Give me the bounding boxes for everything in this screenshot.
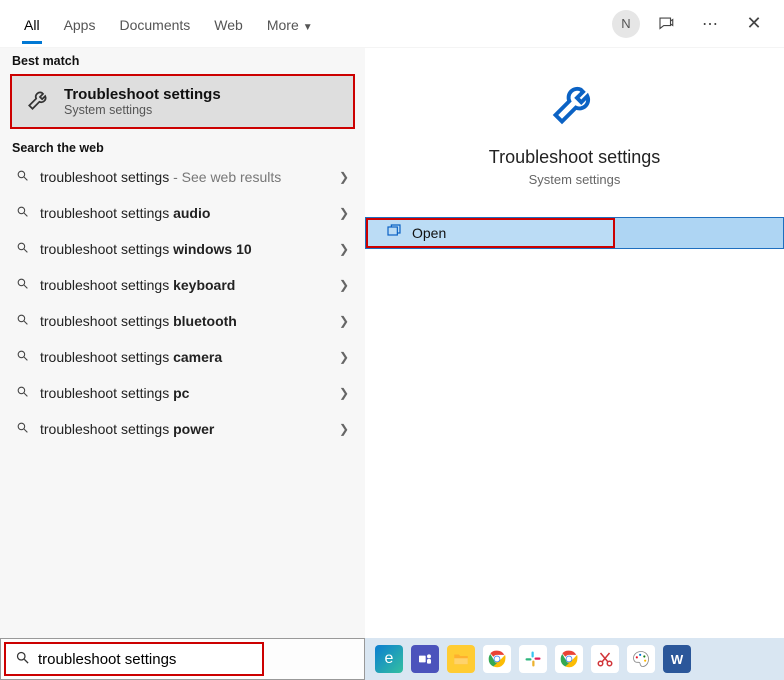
web-result-text: troubleshoot settings bluetooth [40,313,327,329]
taskbar-paint-icon[interactable] [627,645,655,673]
chevron-right-icon: ❯ [337,242,351,256]
chevron-right-icon: ❯ [337,386,351,400]
web-result-text: troubleshoot settings pc [40,385,327,401]
open-button[interactable]: Open [366,218,615,248]
detail-pane: Troubleshoot settings System settings Op… [365,48,784,680]
web-result-text: troubleshoot settings camera [40,349,327,365]
search-box[interactable] [4,642,264,676]
web-result[interactable]: troubleshoot settings audio ❯ [0,195,365,231]
profile-avatar[interactable]: N [612,10,640,38]
chevron-right-icon: ❯ [337,170,351,184]
web-result-text: troubleshoot settings power [40,421,327,437]
search-box-container [0,638,365,680]
search-icon [14,349,30,365]
web-result[interactable]: troubleshoot settings camera ❯ [0,339,365,375]
detail-title: Troubleshoot settings [489,147,660,168]
chevron-right-icon: ❯ [337,206,351,220]
web-result-text: troubleshoot settings - See web results [40,169,327,185]
best-match-subtitle: System settings [64,103,221,117]
close-icon[interactable]: ✕ [736,6,772,42]
web-result[interactable]: troubleshoot settings windows 10 ❯ [0,231,365,267]
search-input[interactable] [38,651,254,668]
tab-all[interactable]: All [12,5,52,43]
open-icon [386,223,402,244]
best-match-header: Best match [0,48,365,72]
search-icon [14,169,30,185]
taskbar-file-explorer-icon[interactable] [447,645,475,673]
search-icon [14,313,30,329]
bottom-row: e W [0,638,784,680]
chevron-right-icon: ❯ [337,314,351,328]
taskbar-word-icon[interactable]: W [663,645,691,673]
taskbar-slack-icon[interactable] [519,645,547,673]
taskbar-teams-icon[interactable] [411,645,439,673]
taskbar-snip-icon[interactable] [591,645,619,673]
detail-actions: Open [365,217,784,249]
search-icon [14,421,30,437]
search-icon [14,277,30,293]
taskbar-edge-icon[interactable]: e [375,645,403,673]
chevron-right-icon: ❯ [337,350,351,364]
results-pane: Best match Troubleshoot settings System … [0,48,365,680]
web-result-text: troubleshoot settings windows 10 [40,241,327,257]
search-icon [14,650,30,668]
web-result[interactable]: troubleshoot settings pc ❯ [0,375,365,411]
web-result[interactable]: troubleshoot settings power ❯ [0,411,365,447]
taskbar: e W [365,638,784,680]
wrench-icon [26,86,52,117]
taskbar-chrome-canary-icon[interactable] [555,645,583,673]
detail-subtitle: System settings [529,172,621,187]
search-icon [14,205,30,221]
web-results-list: troubleshoot settings - See web results ❯… [0,159,365,447]
feedback-icon[interactable] [648,6,684,42]
search-icon [14,241,30,257]
tab-apps[interactable]: Apps [52,5,108,43]
best-match-title: Troubleshoot settings [64,86,221,103]
web-result[interactable]: troubleshoot settings bluetooth ❯ [0,303,365,339]
header-actions: N ⋯ ✕ [612,6,772,42]
tab-web[interactable]: Web [202,5,255,43]
best-match-result[interactable]: Troubleshoot settings System settings [10,74,355,129]
chevron-right-icon: ❯ [337,278,351,292]
wrench-icon [549,76,601,133]
web-result-text: troubleshoot settings keyboard [40,277,327,293]
tab-more[interactable]: More▼ [255,5,325,43]
chevron-right-icon: ❯ [337,422,351,436]
search-tabs: All Apps Documents Web More▼ N ⋯ ✕ [0,0,784,48]
web-result-text: troubleshoot settings audio [40,205,327,221]
more-options-icon[interactable]: ⋯ [692,6,728,42]
chevron-down-icon: ▼ [303,22,313,33]
web-results-header: Search the web [0,135,365,159]
web-result[interactable]: troubleshoot settings keyboard ❯ [0,267,365,303]
open-label: Open [412,225,446,241]
taskbar-chrome-icon[interactable] [483,645,511,673]
search-icon [14,385,30,401]
tab-documents[interactable]: Documents [107,5,202,43]
web-result[interactable]: troubleshoot settings - See web results ❯ [0,159,365,195]
